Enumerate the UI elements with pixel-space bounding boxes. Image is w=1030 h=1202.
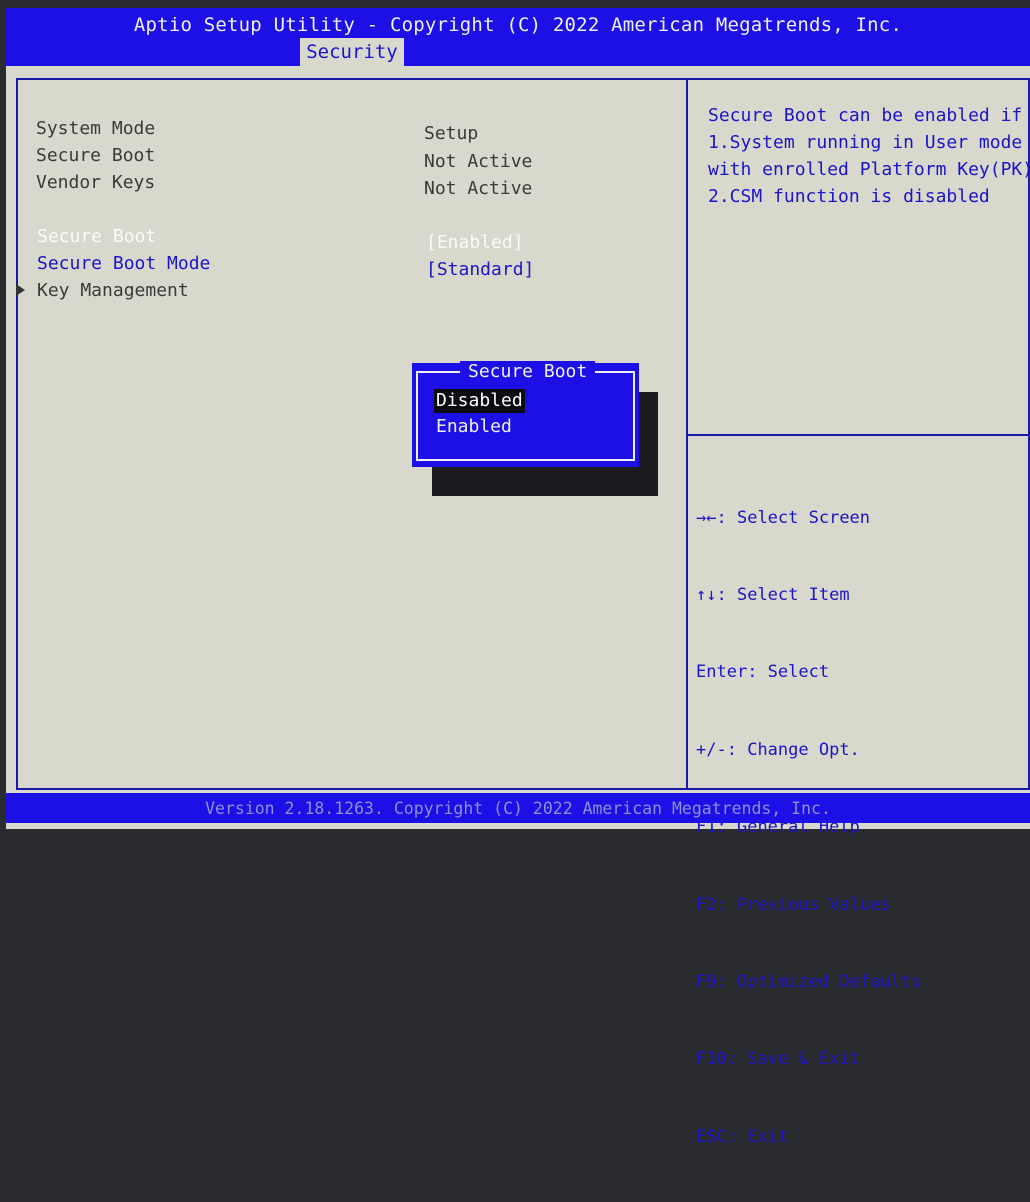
arrows-up-down-icon: ↑↓ — [696, 584, 717, 605]
vendor-keys-label: Vendor Keys — [36, 172, 156, 193]
legend-item: ↑↓: Select Item — [696, 584, 850, 605]
legend-item: F10: Save & Exit — [696, 1049, 860, 1070]
title-text: Aptio Setup Utility - Copyright (C) 2022… — [133, 14, 903, 36]
legend-item: ESC: Exit — [696, 1126, 789, 1147]
footer-version: Version 2.18.1263. Copyright (C) 2022 Am… — [6, 793, 1030, 823]
secure-boot-status-label: Secure Boot — [36, 145, 156, 166]
key-management-submenu[interactable]: Key Management — [37, 278, 189, 304]
legend-item: →←: Select Screen — [696, 507, 871, 528]
key-legend: →←: Select Screen ↑↓: Select Item Enter:… — [696, 454, 921, 1202]
secure-boot-setting-value[interactable]: [Enabled] — [426, 230, 524, 256]
legend-item: F9: Optimized Defaults — [696, 971, 922, 992]
popup-border: Secure Boot Disabled Enabled — [416, 361, 635, 461]
secure-boot-status-value: Not Active — [424, 151, 533, 172]
legend-item: F2: Previous Values — [696, 894, 891, 915]
secure-boot-mode-setting[interactable]: Secure Boot Mode — [37, 251, 210, 277]
tab-security[interactable]: Security — [300, 38, 404, 68]
help-divider — [688, 434, 1030, 436]
secure-boot-setting[interactable]: Secure Boot — [37, 224, 156, 250]
system-mode-value: Setup — [424, 123, 479, 144]
secure-boot-popup: Secure Boot Disabled Enabled — [412, 361, 639, 467]
triangle-right-icon — [16, 284, 25, 296]
help-text: Secure Boot can be enabled if 1.System r… — [708, 105, 1030, 207]
legend-item: +/-: Change Opt. — [696, 739, 860, 760]
secure-boot-mode-value[interactable]: [Standard] — [426, 257, 534, 283]
system-mode-label: System Mode — [36, 118, 156, 139]
option-disabled[interactable]: Disabled — [434, 389, 525, 413]
option-enabled[interactable]: Enabled — [434, 415, 514, 439]
title-bar: Aptio Setup Utility - Copyright (C) 2022… — [6, 8, 1030, 68]
vendor-keys-value: Not Active — [424, 178, 533, 199]
legend-item: Enter: Select — [696, 662, 830, 683]
arrows-left-right-icon: →← — [696, 507, 717, 528]
bios-screen: Aptio Setup Utility - Copyright (C) 2022… — [6, 8, 1030, 1147]
popup-title: Secure Boot — [460, 361, 596, 383]
